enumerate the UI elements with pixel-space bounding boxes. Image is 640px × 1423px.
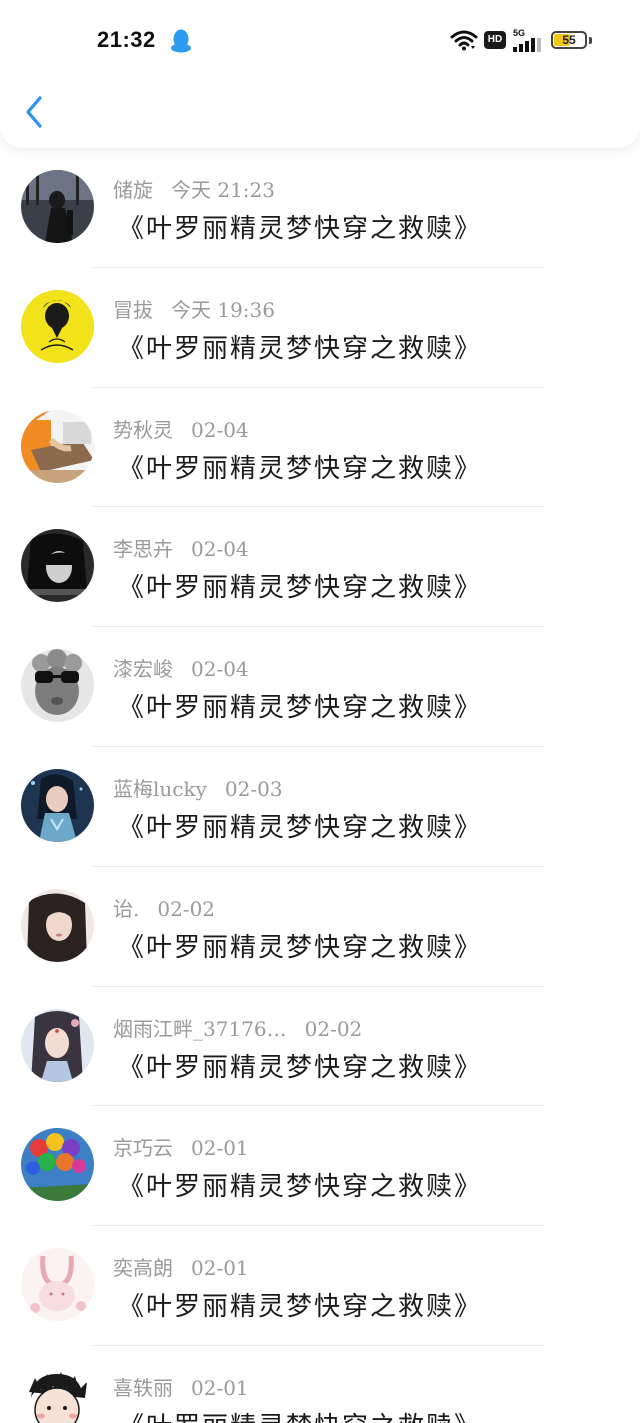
avatar[interactable] (21, 1008, 94, 1082)
comment-item[interactable]: 储旋 今天 21:23 《叶罗丽精灵梦快穿之救赎》 (0, 148, 640, 268)
comment-meta: 漆宏峻 02-04 (113, 653, 249, 683)
comment-meta: 势秋灵 02-04 (113, 414, 249, 444)
status-time: 21:32 (97, 27, 156, 52)
comment-item[interactable]: 李思卉 02-04 《叶罗丽精灵梦快穿之救赎》 (0, 507, 640, 628)
signal-5g-icon: 5G (513, 28, 543, 52)
comment-meta: 储旋 今天 21:23 (113, 174, 275, 204)
avatar[interactable] (21, 1367, 94, 1423)
comment-text: 《叶罗丽精灵梦快穿之救赎》 (118, 693, 483, 724)
comment-time: 02-03 (224, 776, 283, 801)
comment-item[interactable]: 漆宏峻 02-04 《叶罗丽精灵梦快穿之救赎》 (0, 627, 640, 747)
comment-text: 《叶罗丽精灵梦快穿之救赎》 (118, 812, 483, 843)
comment-time: 今天 21:23 (171, 178, 275, 202)
comment-time: 02-04 (191, 417, 249, 442)
comment-item[interactable]: 诒. 02-02 《叶罗丽精灵梦快穿之救赎》 (0, 867, 640, 987)
comment-item[interactable]: 京巧云 02-01 《叶罗丽精灵梦快穿之救赎》 (0, 1106, 640, 1227)
comment-text: 《叶罗丽精灵梦快穿之救赎》 (118, 453, 483, 484)
comment-meta: 李思卉 02-04 (113, 533, 249, 563)
avatar[interactable] (21, 888, 94, 962)
status-bar: 21:32 HD 5G 55 (0, 0, 640, 80)
user-name[interactable]: 李思卉 (113, 533, 173, 562)
avatar[interactable] (21, 170, 94, 243)
comment-text: 《叶罗丽精灵梦快穿之救赎》 (118, 1292, 483, 1323)
user-name[interactable]: 储旋 (113, 174, 153, 203)
comment-text: 《叶罗丽精灵梦快穿之救赎》 (118, 333, 483, 364)
comment-meta: 京巧云 02-01 (113, 1132, 249, 1162)
chevron-left-icon (26, 96, 42, 128)
comment-meta: 烟雨江畔_37176… 02-02 (113, 1013, 362, 1043)
qq-penguin-icon (171, 29, 191, 53)
avatar[interactable] (21, 1128, 94, 1202)
comment-time: 今天 19:36 (171, 297, 275, 322)
battery-tip (589, 37, 592, 44)
user-name[interactable]: 冒拔 (113, 294, 153, 323)
comment-time: 02-04 (191, 537, 249, 562)
user-name[interactable]: 京巧云 (113, 1132, 173, 1161)
comment-text: 《叶罗丽精灵梦快穿之救赎》 (118, 1406, 482, 1423)
comment-time: 02-02 (304, 1016, 363, 1041)
battery-percent: 55 (562, 33, 576, 47)
user-name[interactable]: 势秋灵 (113, 414, 173, 443)
comment-text: 《叶罗丽精灵梦快穿之救赎》 (118, 214, 483, 244)
comment-time: 02-01 (191, 1375, 249, 1400)
comment-item[interactable]: 蓝梅lucky 02-03 《叶罗丽精灵梦快穿之救赎》 (0, 747, 640, 867)
signal-label: 5G (513, 28, 526, 38)
comment-text: 《叶罗丽精灵梦快穿之救赎》 (118, 932, 483, 963)
comment-time: 02-01 (191, 1136, 249, 1161)
comment-meta: 冒拔 今天 19:36 (113, 294, 275, 324)
wifi-icon (450, 30, 478, 51)
comment-meta: 喜轶丽 02-01 (113, 1372, 249, 1402)
comment-item[interactable]: 奕高朗 02-01 《叶罗丽精灵梦快穿之救赎》 (0, 1226, 640, 1346)
comment-text: 《叶罗丽精灵梦快穿之救赎》 (118, 1172, 483, 1203)
avatar[interactable] (21, 289, 94, 363)
comment-list: 储旋今天 21:23 《叶罗丽精灵梦快穿之救赎》 冒拔今天 19:36 《叶 (0, 148, 640, 1423)
comment-time: 02-04 (191, 657, 249, 682)
avatar[interactable] (21, 649, 94, 723)
hd-icon: HD (484, 31, 506, 49)
comment-meta: 诒. 02-02 (113, 893, 215, 923)
comment-item[interactable]: 喜轶丽 02-01 《叶罗丽精灵梦快穿之救赎》 (0, 1346, 640, 1423)
comment-text: 《叶罗丽精灵梦快穿之救赎》 (118, 573, 483, 604)
avatar[interactable] (21, 1248, 94, 1322)
signal-bars-icon (513, 38, 541, 52)
user-name[interactable]: 蓝梅lucky (113, 773, 207, 802)
user-name[interactable]: 奕高朗 (113, 1252, 173, 1281)
comment-time: 02-02 (157, 896, 216, 921)
avatar[interactable] (21, 768, 94, 842)
comment-item[interactable]: 冒拔 今天 19:36 《叶罗丽精灵梦快穿之救赎》 (0, 268, 640, 388)
screen: 21:32 HD 5G 55 储旋 今天 21:23 《叶罗丽精灵梦快穿之救赎》… (0, 0, 640, 1423)
comment-item[interactable]: 势秋灵 02-04 《叶罗丽精灵梦快穿之救赎》 (0, 388, 640, 508)
comment-time: 02-01 (191, 1256, 249, 1281)
user-name[interactable]: 诒. (113, 893, 139, 922)
user-name[interactable]: 烟雨江畔_37176… (113, 1013, 287, 1042)
battery-icon: 55 (551, 31, 587, 49)
avatar[interactable] (21, 409, 94, 483)
comment-meta: 蓝梅lucky 02-03 (113, 773, 283, 803)
user-name[interactable]: 漆宏峻 (113, 653, 173, 682)
back-button[interactable] (20, 92, 50, 132)
user-name[interactable]: 喜轶丽 (113, 1372, 173, 1401)
comment-item[interactable]: 烟雨江畔_37176… 02-02 《叶罗丽精灵梦快穿之救赎》 (0, 987, 640, 1107)
header: 21:32 HD 5G 55 (0, 0, 640, 148)
avatar[interactable] (21, 529, 94, 603)
comment-text: 《叶罗丽精灵梦快穿之救赎》 (118, 1052, 483, 1083)
comment-meta: 奕高朗 02-01 (113, 1252, 249, 1282)
